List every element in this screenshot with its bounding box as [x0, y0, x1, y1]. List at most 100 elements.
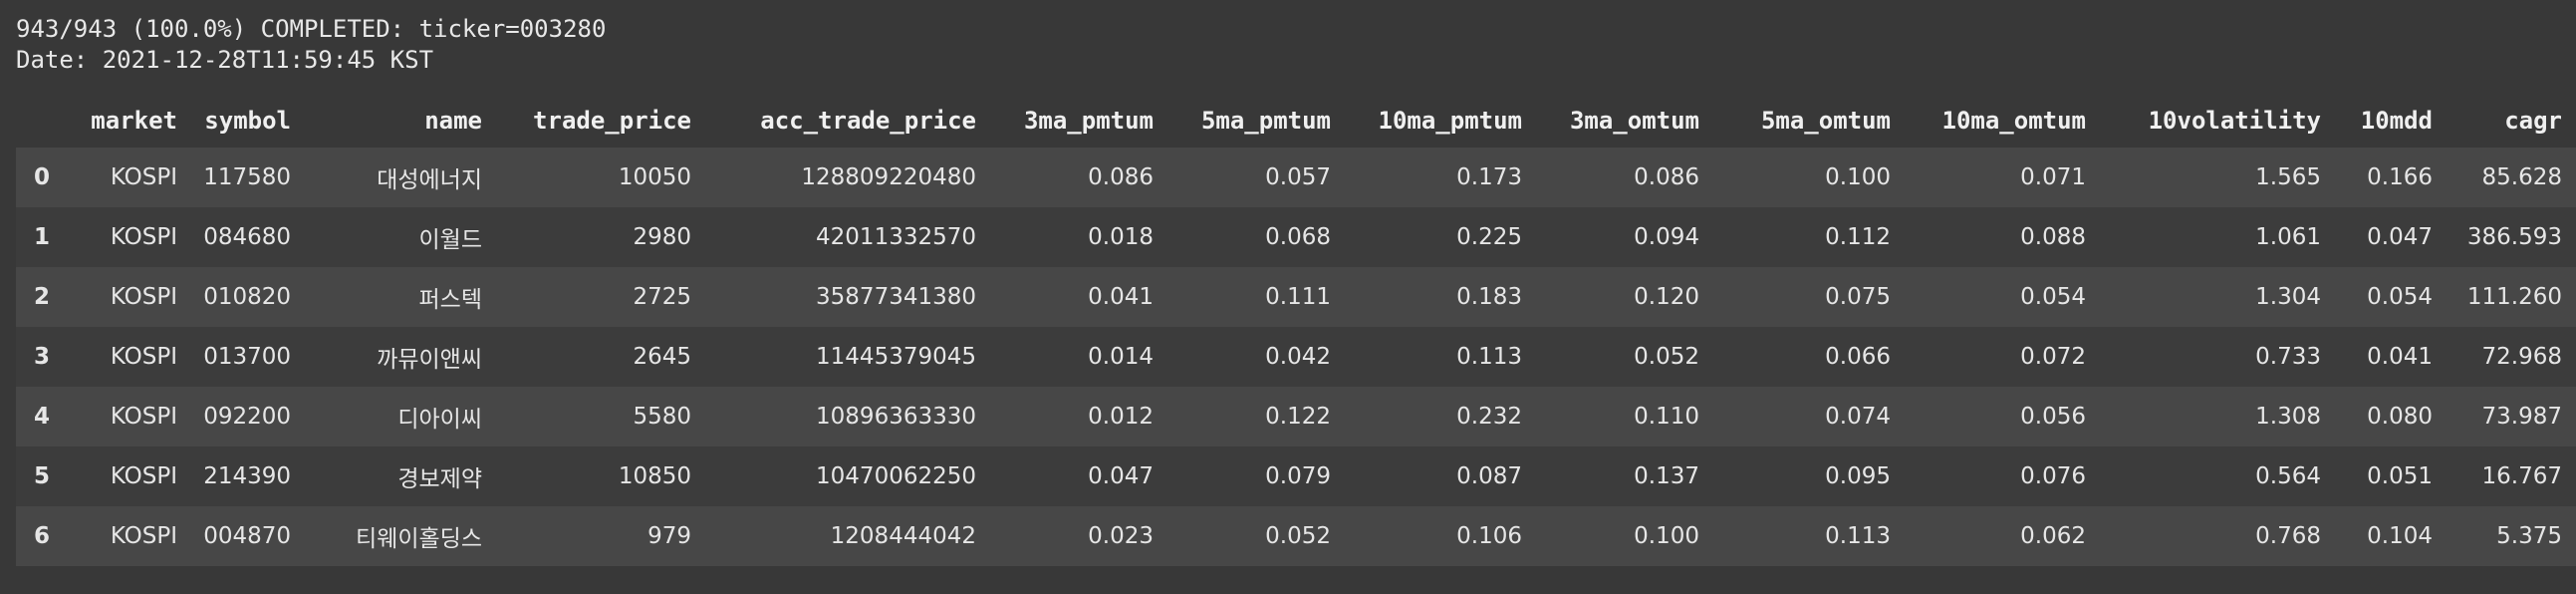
cell-market: KOSPI — [110, 523, 177, 549]
column-header-name: name — [424, 107, 482, 135]
cell-10volatility: 1.304 — [2255, 284, 2321, 310]
column-header-3ma_omtum: 3ma_omtum — [1569, 107, 1699, 135]
cell-cagr: 72.968 — [2481, 344, 2562, 370]
progress-log-line: 943/943 (100.0%) COMPLETED: ticker=00328… — [16, 15, 607, 43]
cell-symbol: 092200 — [203, 404, 291, 430]
cell-output: 943/943 (100.0%) COMPLETED: ticker=00328… — [0, 0, 2576, 566]
column-header-market: market — [91, 107, 177, 135]
column-header-10ma_pmtum: 10ma_pmtum — [1378, 107, 1523, 135]
cell-trade_price: 10050 — [618, 164, 691, 190]
cell-trade_price: 5580 — [633, 404, 691, 430]
cell-symbol: 084680 — [203, 224, 291, 250]
cell-cagr: 16.767 — [2481, 463, 2562, 489]
cell-trade_price: 2725 — [633, 284, 691, 310]
cell-3ma_omtum: 0.100 — [1634, 523, 1699, 549]
cell-10ma_omtum: 0.072 — [2020, 344, 2086, 370]
cell-cagr: 73.987 — [2481, 404, 2562, 430]
cell-acc_trade_price: 10896363330 — [816, 404, 976, 430]
cell-name: 퍼스텍 — [418, 287, 482, 313]
row-index: 4 — [34, 404, 51, 430]
cell-cagr: 386.593 — [2466, 224, 2562, 250]
cell-3ma_omtum: 0.094 — [1634, 224, 1699, 250]
cell-10ma_pmtum: 0.232 — [1456, 404, 1522, 430]
cell-acc_trade_price: 11445379045 — [816, 344, 976, 370]
cell-name: 디아이씨 — [397, 407, 482, 433]
cell-10ma_pmtum: 0.173 — [1456, 164, 1522, 190]
cell-3ma_pmtum: 0.086 — [1088, 164, 1154, 190]
table-row: 6 KOSPI 004870 티웨이홀딩스 979 1208444042 0.023 0.05… — [16, 506, 2576, 566]
table-row: 2 KOSPI 010820 퍼스텍 2725 35877341380 0.041 0.111… — [16, 267, 2576, 327]
cell-5ma_pmtum: 0.111 — [1265, 284, 1331, 310]
cell-cagr: 85.628 — [2481, 164, 2562, 190]
cell-10volatility: 0.733 — [2255, 344, 2321, 370]
row-index: 1 — [34, 224, 51, 250]
cell-5ma_omtum: 0.066 — [1825, 344, 1891, 370]
cell-5ma_pmtum: 0.079 — [1265, 463, 1331, 489]
table-row: 1 KOSPI 084680 이월드 2980 42011332570 0.018 0.068… — [16, 207, 2576, 267]
column-header-acc_trade_price: acc_trade_price — [760, 107, 976, 135]
cell-name: 경보제약 — [397, 466, 482, 492]
cell-10ma_omtum: 0.054 — [2020, 284, 2086, 310]
cell-10ma_omtum: 0.056 — [2020, 404, 2086, 430]
cell-acc_trade_price: 35877341380 — [816, 284, 976, 310]
cell-10mdd: 0.047 — [2367, 224, 2433, 250]
cell-acc_trade_price: 42011332570 — [816, 224, 976, 250]
cell-5ma_omtum: 0.095 — [1825, 463, 1891, 489]
cell-symbol: 004870 — [203, 523, 291, 549]
table-row: 0 KOSPI 117580 대성에너지 10050 128809220480 0.086 0… — [16, 148, 2576, 207]
table-row: 3 KOSPI 013700 까뮤이앤씨 2645 11445379045 0.014 0.0… — [16, 327, 2576, 387]
cell-3ma_pmtum: 0.041 — [1088, 284, 1154, 310]
cell-trade_price: 2980 — [633, 224, 691, 250]
cell-3ma_pmtum: 0.014 — [1088, 344, 1154, 370]
cell-10ma_omtum: 0.062 — [2020, 523, 2086, 549]
cell-3ma_pmtum: 0.047 — [1088, 463, 1154, 489]
dataframe-table: market symbol name trade_price acc_trade_pri… — [16, 94, 2576, 566]
cell-cagr: 5.375 — [2496, 523, 2562, 549]
cell-acc_trade_price: 128809220480 — [801, 164, 976, 190]
cell-10ma_pmtum: 0.113 — [1456, 344, 1522, 370]
cell-3ma_omtum: 0.120 — [1634, 284, 1699, 310]
cell-10ma_omtum: 0.071 — [2020, 164, 2086, 190]
cell-10volatility: 1.061 — [2255, 224, 2321, 250]
cell-trade_price: 10850 — [618, 463, 691, 489]
cell-5ma_omtum: 0.075 — [1825, 284, 1891, 310]
cell-5ma_pmtum: 0.052 — [1265, 523, 1331, 549]
column-header-5ma_omtum: 5ma_omtum — [1760, 107, 1891, 135]
cell-3ma_pmtum: 0.012 — [1088, 404, 1154, 430]
cell-3ma_pmtum: 0.023 — [1088, 523, 1154, 549]
cell-3ma_omtum: 0.137 — [1634, 463, 1699, 489]
cell-10mdd: 0.051 — [2367, 463, 2433, 489]
cell-10volatility: 1.565 — [2255, 164, 2321, 190]
cell-5ma_omtum: 0.074 — [1825, 404, 1891, 430]
cell-3ma_pmtum: 0.018 — [1088, 224, 1154, 250]
cell-10mdd: 0.104 — [2367, 523, 2433, 549]
row-index: 5 — [34, 463, 51, 489]
cell-10ma_omtum: 0.088 — [2020, 224, 2086, 250]
cell-5ma_pmtum: 0.122 — [1265, 404, 1331, 430]
cell-symbol: 214390 — [203, 463, 291, 489]
cell-5ma_omtum: 0.100 — [1825, 164, 1891, 190]
cell-name: 이월드 — [418, 227, 482, 253]
cell-5ma_pmtum: 0.042 — [1265, 344, 1331, 370]
cell-10ma_pmtum: 0.087 — [1456, 463, 1522, 489]
cell-10mdd: 0.080 — [2367, 404, 2433, 430]
cell-trade_price: 979 — [647, 523, 691, 549]
cell-5ma_omtum: 0.112 — [1825, 224, 1891, 250]
cell-market: KOSPI — [110, 463, 177, 489]
cell-market: KOSPI — [110, 164, 177, 190]
cell-5ma_omtum: 0.113 — [1825, 523, 1891, 549]
cell-10ma_omtum: 0.076 — [2020, 463, 2086, 489]
column-header-cagr: cagr — [2504, 107, 2562, 135]
cell-10volatility: 0.564 — [2255, 463, 2321, 489]
cell-10ma_pmtum: 0.106 — [1456, 523, 1522, 549]
table-header-row: market symbol name trade_price acc_trade_pri… — [16, 94, 2576, 148]
column-header-3ma_pmtum: 3ma_pmtum — [1023, 107, 1154, 135]
column-header-10ma_omtum: 10ma_omtum — [1941, 107, 2087, 135]
cell-market: KOSPI — [110, 284, 177, 310]
row-index: 2 — [34, 284, 51, 310]
cell-market: KOSPI — [110, 344, 177, 370]
cell-10volatility: 1.308 — [2255, 404, 2321, 430]
column-header-10volatility: 10volatility — [2148, 107, 2321, 135]
column-header-trade_price: trade_price — [533, 107, 691, 135]
cell-market: KOSPI — [110, 404, 177, 430]
